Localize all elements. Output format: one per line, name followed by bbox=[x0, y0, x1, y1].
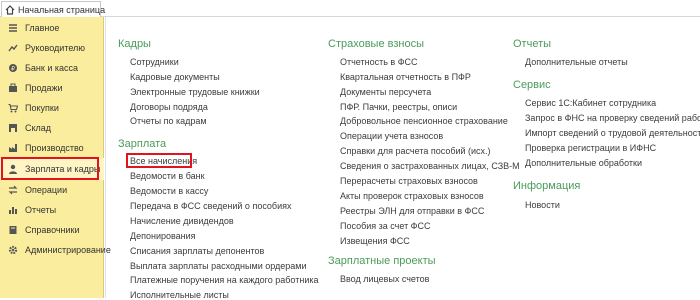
link-news[interactable]: Новости bbox=[525, 200, 560, 210]
link-hr-reports[interactable]: Отчеты по кадрам bbox=[130, 116, 207, 126]
sidebar-item-label: Справочники bbox=[25, 225, 80, 235]
link-dividends[interactable]: Начисление дивидендов bbox=[130, 216, 234, 226]
link-electronic-workbooks[interactable]: Электронные трудовые книжки bbox=[130, 87, 260, 97]
bank-icon: ₽ bbox=[8, 63, 18, 73]
link-ifns-registration[interactable]: Проверка регистрации в ИФНС bbox=[525, 143, 656, 153]
sidebar-item-label: Руководителю bbox=[25, 43, 86, 53]
cart-icon bbox=[8, 103, 18, 113]
section-title-salary-projects: Зарплатные проекты bbox=[328, 255, 436, 267]
section-title-kadry: Кадры bbox=[118, 38, 151, 50]
link-cash-orders[interactable]: Выплата зарплаты расходными ордерами bbox=[130, 261, 307, 271]
book-icon bbox=[8, 225, 18, 235]
sidebar-item-directories[interactable]: Справочники bbox=[0, 220, 104, 240]
tab-home[interactable]: Начальная страница bbox=[1, 1, 105, 17]
link-szv-m[interactable]: Сведения о застрахованных лицах, СЗВ-М bbox=[340, 161, 520, 171]
sidebar-item-label: Склад bbox=[25, 123, 52, 133]
link-inspection-acts[interactable]: Акты проверок страховых взносов bbox=[340, 191, 484, 201]
sidebar-item-label: Администрирование bbox=[25, 245, 111, 255]
link-pfr-quarterly[interactable]: Квартальная отчетность в ПФР bbox=[340, 72, 471, 82]
sidebar-item-label: Главное bbox=[25, 23, 60, 33]
sidebar-item-bank[interactable]: ₽ Банк и касса bbox=[0, 58, 104, 78]
link-writs[interactable]: Исполнительные листы bbox=[130, 290, 229, 300]
link-personal-accounts[interactable]: Ввод лицевых счетов bbox=[340, 274, 429, 284]
sidebar-item-label: Покупки bbox=[25, 103, 59, 113]
sidebar-item-reports[interactable]: Отчеты bbox=[0, 200, 104, 220]
link-deposit-writeoffs[interactable]: Списания зарплаты депонентов bbox=[130, 246, 264, 256]
section-title-information: Информация bbox=[513, 180, 581, 192]
sidebar-item-manager[interactable]: Руководителю bbox=[0, 38, 104, 58]
link-pfr-packs[interactable]: ПФР. Пачки, реестры, описи bbox=[340, 102, 457, 112]
sidebar-item-main[interactable]: Главное bbox=[0, 18, 104, 38]
sidebar-item-warehouse[interactable]: Склад bbox=[0, 118, 104, 138]
link-contracts[interactable]: Договоры подряда bbox=[130, 102, 208, 112]
link-labor-import[interactable]: Импорт сведений о трудовой деятельности bbox=[525, 128, 700, 138]
menu-icon bbox=[8, 23, 18, 33]
link-personal-records[interactable]: Документы персучета bbox=[340, 87, 431, 97]
sidebar-item-label: Производство bbox=[25, 143, 84, 153]
link-employee-cabinet[interactable]: Сервис 1С:Кабинет сотрудника bbox=[525, 98, 656, 108]
link-fss-benefits[interactable]: Передача в ФСС сведений о пособиях bbox=[130, 201, 291, 211]
link-employees[interactable]: Сотрудники bbox=[130, 57, 179, 67]
gear-icon bbox=[8, 245, 18, 255]
link-cash-statements[interactable]: Ведомости в кассу bbox=[130, 186, 208, 196]
trend-icon bbox=[8, 43, 18, 53]
operations-icon bbox=[8, 185, 18, 195]
link-contribution-operations[interactable]: Операции учета взносов bbox=[340, 131, 443, 141]
sidebar-item-sales[interactable]: Продажи bbox=[0, 78, 104, 98]
sidebar-item-label: Операции bbox=[25, 185, 68, 195]
link-eln-registers[interactable]: Реестры ЭЛН для отправки в ФСС bbox=[340, 206, 484, 216]
warehouse-icon bbox=[8, 123, 18, 133]
link-fss-notices[interactable]: Извещения ФСС bbox=[340, 236, 410, 246]
link-recalculations[interactable]: Перерасчеты страховых взносов bbox=[340, 176, 478, 186]
sidebar-item-purchases[interactable]: Покупки bbox=[0, 98, 104, 118]
link-voluntary-pension[interactable]: Добровольное пенсионное страхование bbox=[340, 116, 508, 126]
tab-strip: Начальная страница bbox=[0, 0, 700, 17]
sidebar-item-operations[interactable]: Операции bbox=[0, 180, 104, 200]
link-fss-reporting[interactable]: Отчетность в ФСС bbox=[340, 57, 418, 67]
tab-home-label: Начальная страница bbox=[18, 4, 106, 15]
link-benefit-certificates[interactable]: Справки для расчета пособий (исх.) bbox=[340, 146, 491, 156]
sidebar-item-label: Продажи bbox=[25, 83, 63, 93]
link-additional-processing[interactable]: Дополнительные обработки bbox=[525, 158, 642, 168]
production-icon bbox=[8, 143, 18, 153]
highlight-frame-link bbox=[126, 153, 192, 168]
svg-text:₽: ₽ bbox=[11, 66, 15, 73]
sidebar-item-label: Банк и касса bbox=[25, 63, 78, 73]
home-icon bbox=[5, 4, 15, 15]
highlight-frame-sidebar bbox=[1, 157, 99, 180]
section-title-insurance: Страховые взносы bbox=[328, 38, 424, 50]
sidebar-item-label: Отчеты bbox=[25, 205, 57, 215]
sidebar-item-production[interactable]: Производство bbox=[0, 138, 104, 158]
divider bbox=[105, 17, 106, 298]
sales-icon bbox=[8, 83, 18, 93]
link-payment-orders[interactable]: Платежные поручения на каждого работника bbox=[130, 275, 319, 285]
link-bank-statements[interactable]: Ведомости в банк bbox=[130, 171, 205, 181]
link-depositions[interactable]: Депонирования bbox=[130, 231, 196, 241]
section-title-service: Сервис bbox=[513, 79, 551, 91]
sidebar-item-admin[interactable]: Администрирование bbox=[0, 240, 111, 260]
link-hr-documents[interactable]: Кадровые документы bbox=[130, 72, 220, 82]
section-title-reports: Отчеты bbox=[513, 38, 552, 50]
section-title-zarplata: Зарплата bbox=[118, 138, 167, 150]
reports-icon bbox=[8, 205, 18, 215]
link-fns-check-request[interactable]: Запрос в ФНС на проверку сведений работн… bbox=[525, 113, 700, 123]
link-additional-reports[interactable]: Дополнительные отчеты bbox=[525, 57, 628, 67]
link-fss-benefits-paid[interactable]: Пособия за счет ФСС bbox=[340, 221, 431, 231]
